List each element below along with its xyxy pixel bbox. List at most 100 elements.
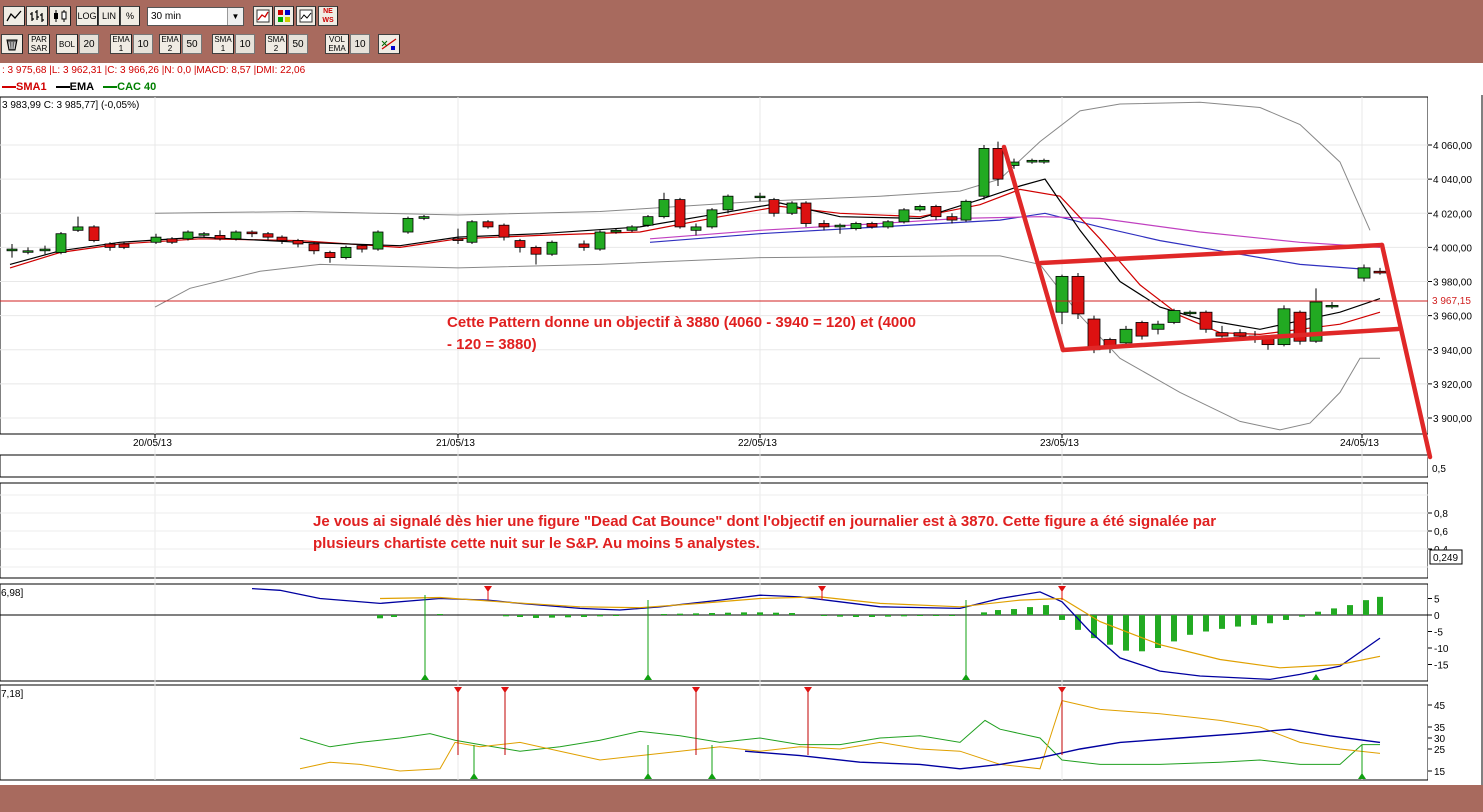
candle-down <box>482 221 494 228</box>
candle-up <box>230 231 242 240</box>
volume-ema-period[interactable]: 10 <box>350 34 370 54</box>
price-tick-label: 4 020,00 <box>1433 209 1472 220</box>
dmi-tick-label: 25 <box>1434 745 1446 756</box>
candle-up <box>658 199 670 218</box>
ema2-button[interactable]: EMA 2 <box>159 34 181 54</box>
candle-up <box>198 233 210 236</box>
candle-down <box>246 231 258 235</box>
candle-up <box>72 226 84 231</box>
candle-up <box>402 217 414 233</box>
macd-panel <box>0 583 1429 682</box>
drawing-tools-button[interactable] <box>378 34 400 54</box>
line-chart-icon <box>6 10 22 22</box>
sma2-button[interactable]: SMA 2 <box>265 34 287 54</box>
macd-histogram-bar <box>1043 605 1049 615</box>
compare-button[interactable] <box>253 6 273 26</box>
candle-up <box>722 195 734 211</box>
macd-histogram-bar <box>693 613 699 615</box>
price-tick-label: 4 040,00 <box>1433 175 1472 186</box>
macd-histogram-bar <box>1139 615 1145 652</box>
volume-panel <box>0 454 1429 478</box>
macd-histogram-bar <box>1219 615 1225 629</box>
chart-canvas[interactable]: 3 983,99 C: 3 985,77] (-0,05%) 4 060,004… <box>0 95 1483 785</box>
delete-indicator-button[interactable] <box>1 34 23 54</box>
macd-histogram-bar <box>933 615 939 616</box>
date-tick-label: 22/05/13 <box>738 438 777 449</box>
macd-histogram-bar <box>741 612 747 615</box>
ema2-period[interactable]: 50 <box>182 34 202 54</box>
chart-settings-icon <box>299 9 313 23</box>
log-scale-button[interactable]: LOG <box>76 6 98 26</box>
candle-down <box>292 240 304 245</box>
news-button[interactable]: NE WS <box>318 6 338 26</box>
candle-up <box>786 202 798 214</box>
candle-down <box>166 238 178 243</box>
macd-histogram-bar <box>773 612 779 615</box>
colors-button[interactable] <box>274 6 294 26</box>
pattern-annotation-line1: Cette Pattern donne un objectif à 3880 (… <box>447 314 916 331</box>
bollinger-button[interactable]: BOL <box>56 34 78 54</box>
macd-histogram-bar <box>1203 615 1209 632</box>
candle-up <box>898 209 910 223</box>
ema1-period[interactable]: 10 <box>133 34 153 54</box>
ema-legend-swatch <box>55 86 70 89</box>
candlestick-button[interactable] <box>49 6 71 26</box>
line-chart-button[interactable] <box>3 6 25 26</box>
percent-scale-button[interactable]: % <box>120 6 140 26</box>
macd-histogram-bar <box>917 615 923 616</box>
price-tick-label: 3 960,00 <box>1433 312 1472 323</box>
macd-histogram-bar <box>949 615 955 616</box>
price-header: 3 983,99 C: 3 985,77] (-0,05%) <box>2 100 139 111</box>
sma2-period[interactable]: 50 <box>288 34 308 54</box>
macd-tick-label: 0 <box>1434 611 1440 622</box>
bollinger-period[interactable]: 20 <box>79 34 99 54</box>
macd-header: 6,98] <box>1 588 23 599</box>
parsar-button[interactable]: PAR SAR <box>28 34 50 54</box>
candle-down <box>1215 332 1229 337</box>
candle-up <box>22 250 34 253</box>
candle-up <box>1277 308 1291 346</box>
timeframe-select[interactable]: 30 min ▼ <box>147 7 244 26</box>
linear-scale-button[interactable]: LIN <box>98 6 120 26</box>
macd-histogram-bar <box>677 613 683 615</box>
macd-histogram-bar <box>757 612 763 615</box>
chart-settings-button[interactable] <box>296 6 316 26</box>
macd-tick-label: -15 <box>1434 661 1449 672</box>
candle-up <box>850 223 862 230</box>
volume-ema-button[interactable]: VOL EMA <box>325 34 349 54</box>
cac-legend-swatch <box>103 86 118 89</box>
candle-down <box>946 216 958 221</box>
candle-down <box>452 238 464 241</box>
candle-down <box>930 206 942 218</box>
candle-up <box>1119 328 1133 344</box>
candle-up <box>834 224 846 228</box>
macd-histogram-bar <box>725 612 731 615</box>
date-tick-label: 21/05/13 <box>436 438 475 449</box>
candle-up <box>882 221 894 228</box>
candle-down <box>1233 332 1247 337</box>
macd-histogram-bar <box>837 615 843 617</box>
dmi-tick-label: 15 <box>1434 767 1446 778</box>
macd-histogram-bar <box>1027 607 1033 615</box>
macd-histogram-bar <box>1377 596 1383 615</box>
candle-up <box>150 236 162 243</box>
sma1-button[interactable]: SMA 1 <box>212 34 234 54</box>
macd-histogram-bar <box>709 613 715 615</box>
bar-chart-icon <box>30 10 44 22</box>
trash-icon <box>6 39 18 51</box>
sma1-period[interactable]: 10 <box>235 34 255 54</box>
price-axis: 4 060,00 4 040,00 4 020,00 4 000,00 3 980,00… <box>1428 141 1472 425</box>
candle-down <box>1135 322 1149 337</box>
chart-area[interactable]: 3 983,99 C: 3 985,77] (-0,05%) 4 060,00 4… <box>0 95 1483 785</box>
bar-chart-button[interactable] <box>26 6 48 26</box>
candle-up <box>610 229 622 233</box>
candle-up <box>960 200 972 221</box>
ema1-button[interactable]: EMA 1 <box>110 34 132 54</box>
candle-up <box>690 226 702 231</box>
dcb-annotation-line2: plusieurs chartiste cette nuit sur le S&… <box>313 535 760 552</box>
candle-up <box>340 246 352 259</box>
macd-histogram-bar <box>377 615 383 619</box>
macd-histogram-bar <box>1299 615 1305 617</box>
macd-histogram-bar <box>437 614 443 616</box>
candlestick-icon <box>54 10 67 22</box>
